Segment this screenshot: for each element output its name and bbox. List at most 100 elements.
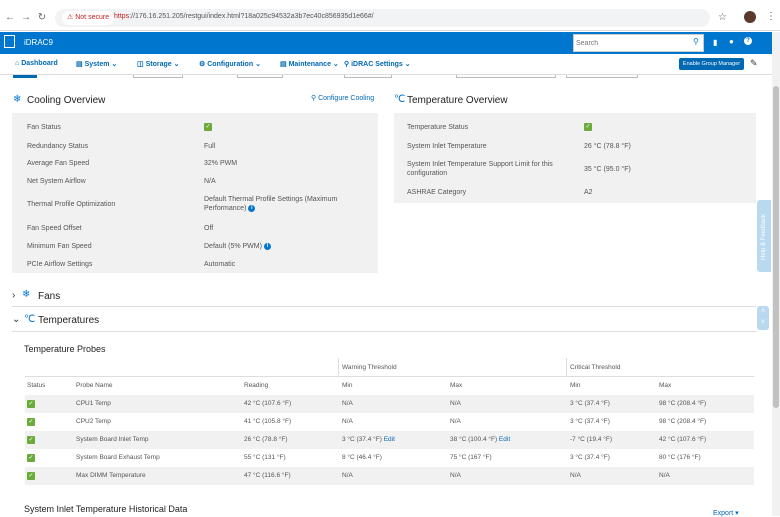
- probe-name: CPU2 Temp: [76, 418, 111, 425]
- server-status-icon[interactable]: ▮: [713, 38, 717, 47]
- cooling-value-wrap: Default (5% PWM) i: [204, 242, 271, 251]
- critical-min: 3 °C (37.4 °F): [570, 454, 610, 461]
- critical-max: 98 °C (208.4 °F): [659, 418, 707, 425]
- enable-group-manager-button[interactable]: Enable Group Manager: [679, 58, 744, 70]
- status-ok-icon: ✓: [27, 418, 35, 426]
- col-header: Min: [342, 382, 353, 389]
- critical-min: 3 °C (37.4 °F): [570, 400, 610, 407]
- status-ok-icon: ✓: [27, 436, 35, 444]
- col-header: Status: [27, 382, 46, 389]
- column-divider: [338, 358, 339, 376]
- bookmark-star-icon[interactable]: ☆: [718, 12, 727, 23]
- critical-min: -7 °C (19.4 °F): [570, 436, 613, 443]
- temperature-label: System Inlet Temperature Support Limit f…: [407, 161, 553, 177]
- nav-maintenance[interactable]: ▤ Maintenance ⌄: [280, 60, 339, 68]
- probe-reading: 42 °C (107.6 °F): [244, 400, 292, 407]
- reload-icon[interactable]: ↻: [36, 12, 48, 23]
- warning-min: 8 °C (46.4 °F): [342, 454, 382, 461]
- table-row: ✓ CPU2 Temp 41 °C (105.8 °F) N/A N/A 3 °…: [25, 413, 754, 431]
- cooling-value: N/A: [204, 178, 216, 185]
- url-text[interactable]: https://176.16.251.205/restgui/index.htm…: [114, 13, 374, 20]
- critical-min: 3 °C (37.4 °F): [570, 418, 610, 425]
- url-scheme: https: [114, 13, 130, 20]
- cooling-value: 32% PWM: [204, 160, 238, 167]
- thermometer-icon: ℃: [24, 314, 36, 325]
- not-secure-badge[interactable]: ⚠ Not secure: [62, 11, 115, 25]
- nav-tab-outline: [237, 75, 283, 78]
- search-icon[interactable]: ⚲: [693, 37, 699, 46]
- back-arrow-icon[interactable]: ←: [4, 12, 16, 23]
- fans-section-header[interactable]: Fans: [38, 291, 60, 302]
- info-icon[interactable]: i: [263, 242, 271, 250]
- cooling-value-wrap: Default Thermal Profile Settings (Maximu…: [204, 196, 338, 212]
- not-secure-label: Not secure: [75, 14, 110, 21]
- search-input[interactable]: [576, 37, 686, 49]
- nav-tab-outline: [566, 75, 638, 78]
- temperature-value: 35 °C (95.0 °F): [584, 166, 631, 173]
- warning-min-cell: 3 °C (37.4 °F) Edit: [342, 436, 395, 443]
- browser-menu-icon[interactable]: ⋮: [766, 11, 776, 22]
- temperature-value: A2: [584, 189, 593, 196]
- temperature-probes-title: Temperature Probes: [24, 344, 106, 354]
- nav-dashboard[interactable]: ⌂ Dashboard: [15, 60, 58, 67]
- probe-reading: 55 °C (131 °F): [244, 454, 286, 461]
- scroll-up-down-icon[interactable]: ˄ ˅: [757, 306, 769, 330]
- critical-max: 98 °C (208.4 °F): [659, 400, 707, 407]
- configure-cooling-link[interactable]: ⚲ Configure Cooling: [311, 94, 374, 102]
- temperatures-section-header[interactable]: Temperatures: [38, 315, 99, 326]
- nav-system[interactable]: ▤ System ⌄: [76, 60, 117, 68]
- nav-configuration[interactable]: ⚙ Configuration ⌄: [199, 60, 261, 68]
- nav-idrac-settings[interactable]: ⚲ iDRAC Settings ⌄: [344, 60, 411, 68]
- table-header-row: Status Probe Name Reading Min Max Min Ma…: [25, 377, 754, 395]
- table-row: ✓ System Board Exhaust Temp 55 °C (131 °…: [25, 449, 754, 467]
- edit-warning-min-link[interactable]: Edit: [384, 436, 395, 443]
- cooling-label: Thermal Profile Optimization: [27, 201, 116, 208]
- warning-max: 75 °C (167 °F): [450, 454, 492, 461]
- page-scrollbar-thumb[interactable]: [773, 86, 779, 408]
- status-ok-icon: ✓: [27, 454, 35, 462]
- probe-name: System Board Exhaust Temp: [76, 454, 160, 461]
- help-icon[interactable]: ?: [744, 37, 752, 45]
- cooling-label: Fan Speed Offset: [27, 225, 82, 232]
- fan-icon: ❄: [22, 289, 31, 300]
- chevron-down-icon[interactable]: ⌄: [12, 314, 20, 325]
- warning-threshold-header: Warning Threshold: [342, 364, 397, 371]
- info-icon[interactable]: i: [248, 204, 256, 212]
- pin-icon[interactable]: ✎: [750, 58, 758, 69]
- table-row: ✓ System Board Inlet Temp 26 °C (78.8 °F…: [25, 431, 754, 449]
- warning-min: N/A: [342, 400, 353, 407]
- probe-reading: 26 °C (78.8 °F): [244, 436, 288, 443]
- col-header: Probe Name: [76, 382, 113, 389]
- warning-max: N/A: [450, 418, 461, 425]
- status-ok-icon: ✓: [27, 400, 35, 408]
- warning-max: N/A: [450, 400, 461, 407]
- product-name: iDRAC9: [24, 38, 53, 47]
- forward-arrow-icon[interactable]: →: [20, 12, 32, 23]
- col-header: Max: [450, 382, 463, 389]
- chevron-right-icon[interactable]: ›: [12, 290, 15, 301]
- probe-reading: 41 °C (105.8 °F): [244, 418, 292, 425]
- probe-name: Max DIMM Temperature: [76, 472, 146, 479]
- divider: [12, 331, 756, 332]
- cooling-label: PCIe Airflow Settings: [27, 261, 93, 268]
- cooling-label: Net System Airflow: [27, 178, 86, 185]
- edit-warning-max-link[interactable]: Edit: [499, 436, 510, 443]
- col-header: Max: [659, 382, 672, 389]
- divider: [12, 306, 756, 307]
- cooling-value: Off: [204, 225, 214, 232]
- col-header: Min: [570, 382, 581, 389]
- critical-min: N/A: [570, 472, 581, 479]
- nav-tab-outline: [344, 75, 392, 78]
- critical-max: 80 °C (176 °F): [659, 454, 701, 461]
- nav-tab-outline: [456, 75, 556, 78]
- cooling-overview-title: Cooling Overview: [27, 95, 106, 106]
- table-row: ✓ Max DIMM Temperature 47 °C (116.6 °F) …: [25, 467, 754, 485]
- nav-underline-decoration: [13, 75, 37, 78]
- critical-max: N/A: [659, 472, 670, 479]
- nav-storage[interactable]: ◫ Storage ⌄: [137, 60, 179, 68]
- warning-max: N/A: [450, 472, 461, 479]
- warning-min: N/A: [342, 472, 353, 479]
- user-icon[interactable]: ●: [729, 37, 734, 46]
- warning-max-cell: 38 °C (100.4 °F) Edit: [450, 436, 511, 443]
- profile-avatar[interactable]: [744, 11, 756, 23]
